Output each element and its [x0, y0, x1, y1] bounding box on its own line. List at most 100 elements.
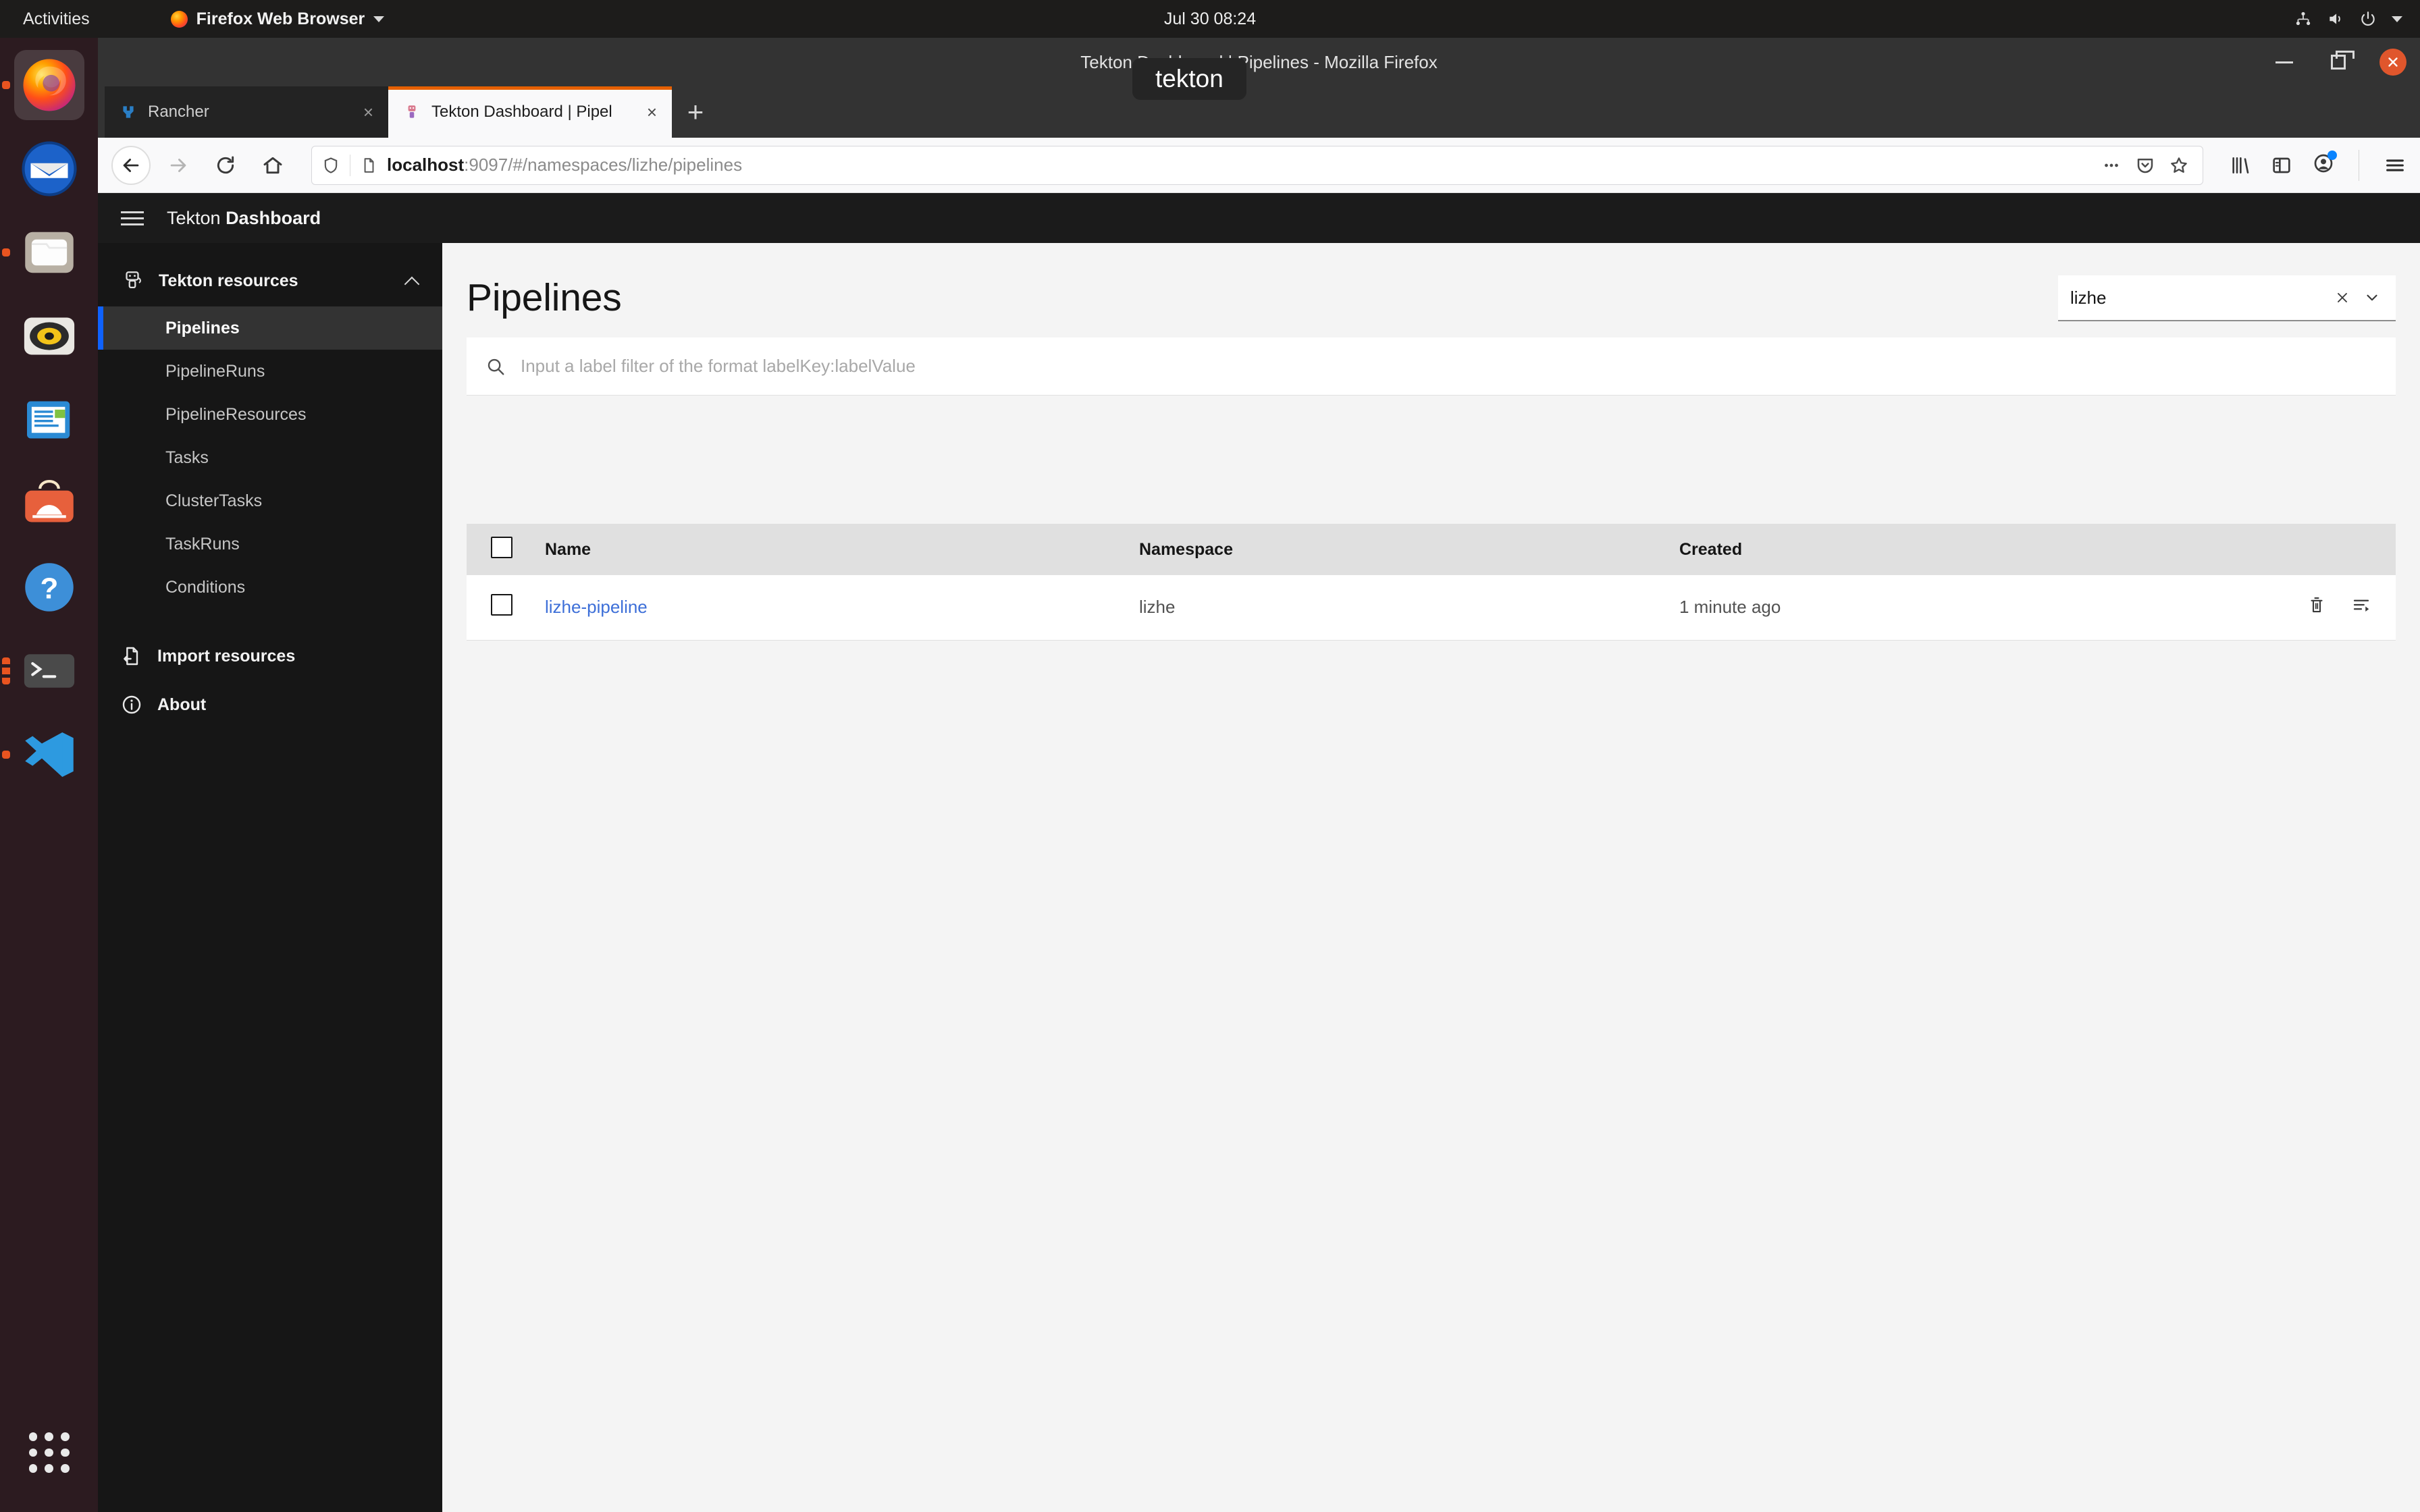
- create-pipelinerun-button[interactable]: [2351, 595, 2371, 620]
- close-icon: [2388, 57, 2398, 67]
- firefox-icon: [170, 10, 188, 28]
- hamburger-icon[interactable]: [121, 211, 144, 225]
- dock-item-files[interactable]: [14, 217, 84, 288]
- page-content: Tekton Dashboard Tekton resources Pipeli…: [98, 193, 2420, 1512]
- clock[interactable]: Jul 30 08:24: [1164, 9, 1256, 29]
- delete-icon: [2311, 597, 2323, 613]
- reload-icon: [217, 156, 234, 173]
- activities-button[interactable]: Activities: [23, 9, 90, 29]
- tab-rancher[interactable]: Rancher ×: [105, 86, 388, 138]
- new-tab-button[interactable]: +: [672, 86, 719, 138]
- dock-item-rhythmbox[interactable]: [14, 301, 84, 371]
- thunderbird-icon: [21, 141, 77, 196]
- reload-button[interactable]: [206, 146, 245, 185]
- system-indicators[interactable]: [2294, 10, 2402, 28]
- sidebar-item-clustertasks[interactable]: ClusterTasks: [98, 479, 442, 522]
- account-badge: [2327, 151, 2337, 160]
- sidebar-item-pipelines[interactable]: Pipelines: [98, 306, 442, 350]
- grid-dot: [28, 1432, 38, 1441]
- dock-item-thunderbird[interactable]: [14, 134, 84, 204]
- pipelines-table: Name Namespace Created lizhe-pipeline li…: [467, 524, 2396, 641]
- row-name-cell: lizhe-pipeline: [534, 575, 1128, 640]
- app-menu-button[interactable]: Firefox Web Browser: [170, 9, 385, 29]
- app-menu-icon[interactable]: [2384, 154, 2406, 177]
- back-icon: [123, 158, 139, 172]
- account-button[interactable]: [2313, 151, 2337, 178]
- namespace-select[interactable]: lizhe: [2058, 275, 2396, 321]
- power-icon: [2361, 11, 2375, 26]
- ubuntu-dock: ?: [0, 38, 98, 1512]
- sidebar-item-import-resources[interactable]: Import resources: [98, 632, 442, 680]
- sidebar-item-taskruns[interactable]: TaskRuns: [98, 522, 442, 566]
- column-header-created[interactable]: Created: [1668, 524, 2274, 575]
- rancher-icon: [123, 106, 134, 118]
- forward-button[interactable]: [159, 146, 198, 185]
- dock-item-help[interactable]: ?: [14, 552, 84, 622]
- grid-dot: [28, 1448, 38, 1457]
- sidebar-item-pipelineruns[interactable]: PipelineRuns: [98, 350, 442, 393]
- info-icon: [122, 695, 141, 714]
- maximize-button[interactable]: [2325, 49, 2355, 75]
- firefox-icon: [23, 59, 75, 111]
- pocket-icon[interactable]: [2135, 155, 2155, 176]
- label-filter-input[interactable]: [521, 356, 2377, 377]
- grid-dot: [28, 1464, 38, 1473]
- page-info-icon[interactable]: [360, 156, 377, 175]
- sidebar-section-tekton-resources[interactable]: Tekton resources: [98, 255, 442, 306]
- sidebar-item-label: Tasks: [165, 448, 209, 467]
- back-button[interactable]: [111, 145, 151, 185]
- dock-item-terminal[interactable]: [14, 636, 84, 706]
- chevron-up-icon[interactable]: [404, 273, 419, 288]
- grid-dot: [60, 1432, 70, 1441]
- main-header: Pipelines lizhe: [467, 243, 2396, 338]
- row-checkbox[interactable]: [491, 594, 512, 616]
- bookmark-star-icon[interactable]: [2169, 155, 2189, 176]
- ubuntu-software-icon: [24, 479, 74, 522]
- dock-item-firefox[interactable]: [14, 50, 84, 120]
- column-header-namespace[interactable]: Namespace: [1128, 524, 1668, 575]
- search-icon: [488, 358, 504, 375]
- table-row[interactable]: lizhe-pipeline lizhe 1 minute ago: [467, 575, 2396, 640]
- chevron-down-icon: [2367, 294, 2377, 301]
- dock-item-libreoffice-writer[interactable]: [14, 385, 84, 455]
- sidebar-link-label: Import resources: [157, 646, 296, 666]
- tab-close-button[interactable]: ×: [647, 102, 657, 123]
- minimize-button[interactable]: [2271, 49, 2297, 75]
- sidebar-item-conditions[interactable]: Conditions: [98, 566, 442, 609]
- select-all-cell: [467, 524, 534, 575]
- pipeline-link[interactable]: lizhe-pipeline: [545, 597, 648, 617]
- home-button[interactable]: [253, 146, 292, 185]
- firefox-window: Tekton Dashboard | Pipelines - Mozilla F…: [98, 38, 2420, 1512]
- close-button[interactable]: [2379, 49, 2406, 76]
- row-namespace-cell: lizhe: [1139, 597, 1176, 618]
- libreoffice-writer-icon: [26, 401, 70, 439]
- caret-down-icon: [373, 16, 385, 22]
- sidebar-link-label: About: [157, 695, 207, 714]
- sidebar-item-about[interactable]: About: [98, 680, 442, 729]
- dock-item-vscode[interactable]: [14, 720, 84, 790]
- tab-close-button[interactable]: ×: [363, 102, 373, 123]
- sidebar-item-tasks[interactable]: Tasks: [98, 436, 442, 479]
- page-actions-icon[interactable]: [2101, 155, 2122, 176]
- sidebar-item-label: TaskRuns: [165, 534, 240, 554]
- delete-button[interactable]: [2307, 595, 2327, 620]
- show-applications-button[interactable]: [14, 1418, 84, 1488]
- dock-item-ubuntu-software[interactable]: [14, 468, 84, 539]
- sidebar-item-label: PipelineResources: [165, 404, 307, 424]
- sidebar-item-pipelineresources[interactable]: PipelineResources: [98, 393, 442, 436]
- expand-namespace-button[interactable]: [2361, 286, 2384, 309]
- address-bar[interactable]: localhost:9097/#/namespaces/lizhe/pipeli…: [311, 145, 2203, 185]
- sidebar-item-label: Pipelines: [165, 318, 240, 338]
- vscode-icon: [24, 732, 74, 777]
- select-all-checkbox[interactable]: [491, 536, 512, 558]
- tab-tekton-dashboard[interactable]: Tekton Dashboard | Pipel ×: [388, 86, 672, 138]
- shield-icon[interactable]: [321, 156, 340, 175]
- clear-namespace-button[interactable]: [2331, 286, 2354, 309]
- sidebar-icon[interactable]: [2271, 155, 2292, 176]
- library-icon[interactable]: [2229, 155, 2251, 176]
- sidebar-item-label: PipelineRuns: [165, 361, 265, 381]
- import-icon: [124, 647, 138, 666]
- column-header-name[interactable]: Name: [534, 524, 1128, 575]
- forward-icon: [170, 158, 186, 172]
- app-brand[interactable]: Tekton Dashboard: [167, 208, 321, 229]
